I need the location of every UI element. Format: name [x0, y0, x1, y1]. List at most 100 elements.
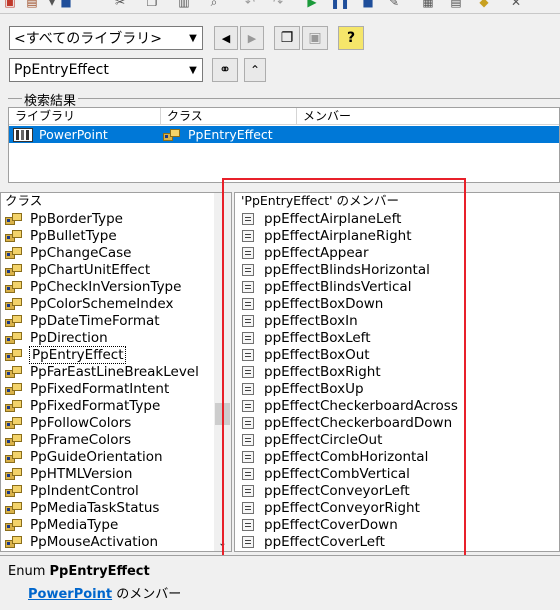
forward-button[interactable]: ▶: [240, 26, 264, 50]
member-item[interactable]: ppEffectBoxOut: [242, 346, 559, 363]
run-icon[interactable]: ▶: [304, 0, 320, 10]
search-combo[interactable]: PpEntryEffect ▼: [9, 58, 203, 82]
class-item[interactable]: PpIndentControl: [5, 482, 231, 499]
member-item[interactable]: ppEffectConveyorRight: [242, 499, 559, 516]
enum-member-icon: [242, 212, 254, 225]
class-item[interactable]: PpMediaTaskStatus: [5, 499, 231, 516]
classes-pane-title: クラス: [1, 193, 231, 210]
class-item[interactable]: PpFollowColors: [5, 414, 231, 431]
member-item-label: ppEffectConveyorRight: [264, 499, 420, 516]
copy-icon[interactable]: ❐: [144, 0, 160, 10]
class-item[interactable]: PpGuideOrientation: [5, 448, 231, 465]
search-results-table[interactable]: ライブラリ クラス メンバー PowerPoint PpEntryEffect: [8, 107, 560, 183]
class-icon: [5, 365, 24, 379]
class-item-label: PpHTMLVersion: [30, 465, 133, 482]
member-item[interactable]: ppEffectCombVertical: [242, 465, 559, 482]
member-item[interactable]: ppEffectBoxUp: [242, 380, 559, 397]
classes-pane[interactable]: クラス PpBorderType PpBulletType PpChangeCase…: [0, 192, 232, 552]
enum-member-icon: [242, 501, 254, 514]
parent-link[interactable]: PowerPoint: [28, 587, 112, 602]
insert-icon[interactable]: ▤: [24, 0, 40, 10]
member-item[interactable]: ppEffectAirplaneRight: [242, 227, 559, 244]
project-icon[interactable]: ▦: [420, 0, 436, 10]
reset-icon[interactable]: ■: [360, 0, 376, 10]
search-input[interactable]: PpEntryEffect: [10, 62, 184, 78]
class-icon: [5, 450, 24, 464]
enum-member-icon: [242, 365, 254, 378]
help-button[interactable]: ?: [338, 26, 364, 50]
paste-icon[interactable]: ▥: [176, 0, 192, 10]
back-button[interactable]: ◀: [214, 26, 238, 50]
member-item[interactable]: ppEffectConveyorLeft: [242, 482, 559, 499]
chevron-down-icon[interactable]: ▼: [184, 27, 202, 49]
member-item-label: ppEffectBoxRight: [264, 363, 381, 380]
member-item[interactable]: ppEffectBoxRight: [242, 363, 559, 380]
class-item[interactable]: PpEntryEffect: [5, 345, 231, 364]
result-member: [297, 126, 559, 143]
details-line-1: Enum PpEntryEffect: [8, 564, 552, 579]
view-definition-button[interactable]: ▣: [302, 26, 328, 50]
break-icon[interactable]: ❚❚: [330, 0, 350, 10]
class-item[interactable]: PpDirection: [5, 329, 231, 346]
class-item[interactable]: PpColorSchemeIndex: [5, 295, 231, 312]
member-item[interactable]: ppEffectBoxLeft: [242, 329, 559, 346]
member-item[interactable]: ppEffectCircleOut: [242, 431, 559, 448]
class-item[interactable]: PpHTMLVersion: [5, 465, 231, 482]
back-icon: ◀: [221, 31, 231, 45]
member-item[interactable]: ppEffectCheckerboardDown: [242, 414, 559, 431]
cut-icon[interactable]: ✂: [112, 0, 128, 10]
class-item[interactable]: PpBulletType: [5, 227, 231, 244]
search-result-row[interactable]: PowerPoint PpEntryEffect: [9, 126, 559, 143]
view-icon[interactable]: ▣: [2, 0, 18, 10]
class-icon: [5, 280, 24, 294]
column-header-member[interactable]: メンバー: [297, 108, 559, 124]
member-item-label: ppEffectCircleOut: [264, 431, 383, 448]
copy-button[interactable]: ❐: [274, 26, 300, 50]
class-item[interactable]: PpFarEastLineBreakLevel: [5, 363, 231, 380]
redo-icon[interactable]: ↷: [270, 0, 286, 10]
enum-member-icon: [242, 229, 254, 242]
undo-icon[interactable]: ↶: [242, 0, 258, 10]
save-icon[interactable]: ■: [58, 0, 74, 10]
member-item[interactable]: ppEffectCoverLeft: [242, 533, 559, 550]
collapse-results-button[interactable]: ⌃: [244, 58, 266, 82]
class-item[interactable]: PpFixedFormatType: [5, 397, 231, 414]
member-item[interactable]: ppEffectBoxDown: [242, 295, 559, 312]
class-item[interactable]: PpFixedFormatIntent: [5, 380, 231, 397]
toolbox-icon[interactable]: ✕: [508, 0, 524, 10]
class-item[interactable]: PpCheckInVersionType: [5, 278, 231, 295]
class-icon: [5, 229, 24, 243]
class-item[interactable]: PpBorderType: [5, 210, 231, 227]
chevron-down-icon[interactable]: ▼: [184, 59, 202, 81]
member-item[interactable]: ppEffectBoxIn: [242, 312, 559, 329]
column-header-class[interactable]: クラス: [161, 108, 297, 124]
toolbar: ▣ ▤ ▾ ■ ✂ ❐ ▥ ⌕ ↶ ↷ ▶ ❚❚ ■ ✎ ▦ ▤ ◆ ✕: [0, 0, 560, 14]
enum-member-icon: [242, 263, 254, 276]
member-item[interactable]: ppEffectBlindsVertical: [242, 278, 559, 295]
find-icon[interactable]: ⌕: [206, 0, 222, 10]
chevron-down-icon[interactable]: ⌄: [214, 538, 231, 549]
class-item[interactable]: PpFrameColors: [5, 431, 231, 448]
class-item[interactable]: PpChartUnitEffect: [5, 261, 231, 278]
members-pane[interactable]: 'PpEntryEffect' のメンバー ppEffectAirplaneLe…: [234, 192, 560, 552]
class-item[interactable]: PpMouseActivation: [5, 533, 231, 550]
column-header-library[interactable]: ライブラリ: [9, 108, 161, 124]
member-item[interactable]: ppEffectCombHorizontal: [242, 448, 559, 465]
member-item[interactable]: ppEffectAirplaneLeft: [242, 210, 559, 227]
search-button[interactable]: ⚭: [212, 58, 238, 82]
design-icon[interactable]: ✎: [386, 0, 402, 10]
class-item[interactable]: PpChangeCase: [5, 244, 231, 261]
class-item-label: PpDirection: [30, 329, 108, 346]
member-item[interactable]: ppEffectAppear: [242, 244, 559, 261]
member-item[interactable]: ppEffectCheckerboardAcross: [242, 397, 559, 414]
class-item[interactable]: PpMediaType: [5, 516, 231, 533]
library-combo[interactable]: <すべてのライブラリ> ▼: [9, 26, 203, 50]
class-item[interactable]: PpDateTimeFormat: [5, 312, 231, 329]
class-item-label: PpBorderType: [30, 210, 123, 227]
member-item[interactable]: ppEffectBlindsHorizontal: [242, 261, 559, 278]
object-browser-icon[interactable]: ◆: [476, 0, 492, 10]
classes-scrollbar[interactable]: ⌄: [214, 193, 231, 551]
classes-scroll-thumb[interactable]: [215, 403, 230, 425]
member-item[interactable]: ppEffectCoverDown: [242, 516, 559, 533]
properties-icon[interactable]: ▤: [448, 0, 464, 10]
